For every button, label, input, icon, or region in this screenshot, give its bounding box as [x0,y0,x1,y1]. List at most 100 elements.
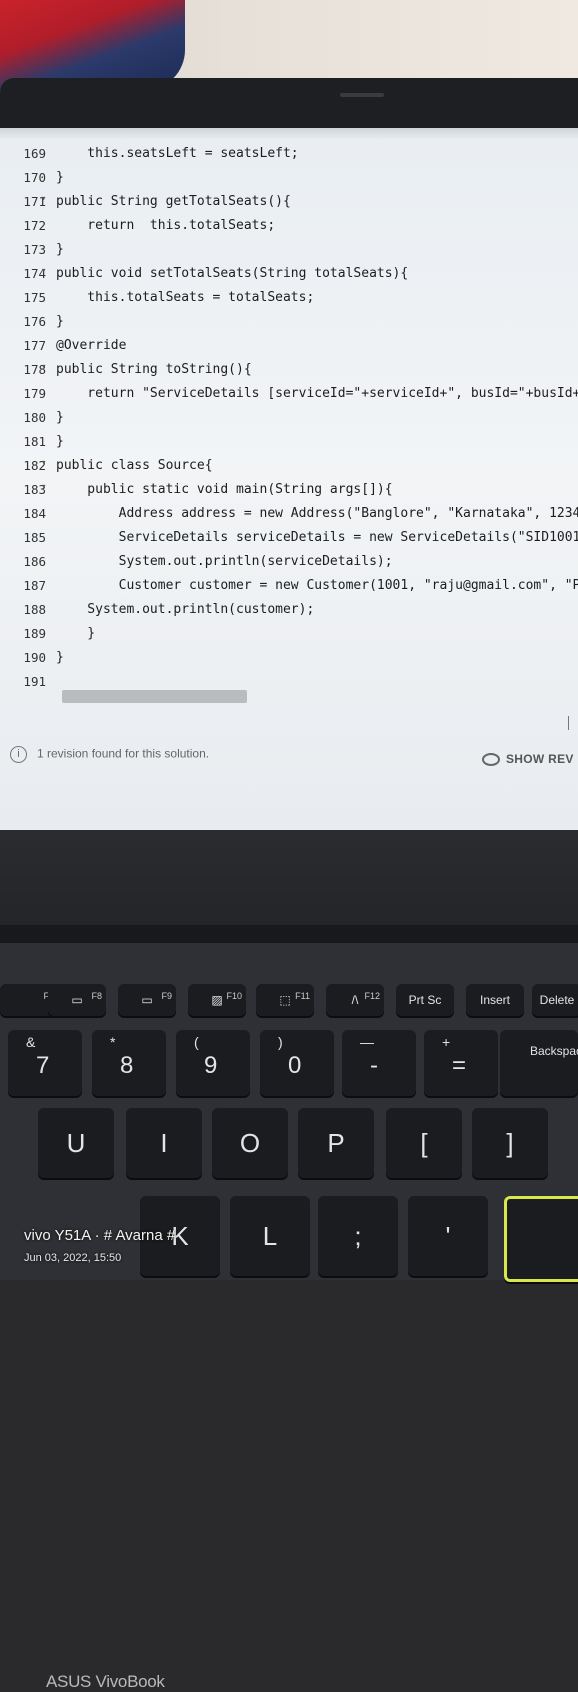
number-key-main: Backspace [530,1044,578,1058]
letter-key[interactable]: O [212,1108,288,1178]
number-key-main: 7 [36,1052,50,1079]
function-key-label: F10 [226,991,242,1001]
camera-watermark: vivo Y51A · # Avarna # [24,1227,176,1244]
code-text: System.out.println(customer); [56,602,315,617]
function-key[interactable]: ▨ F10 [188,984,246,1016]
function-key[interactable]: /\ F12 [326,984,384,1016]
line-number: 188 [23,602,46,617]
code-text: Customer customer = new Customer(1001, "… [56,578,578,593]
enter-key[interactable] [504,1196,578,1282]
function-key[interactable]: ▭ F9 [118,984,176,1016]
number-key-shift: — [360,1034,374,1050]
code-text: public void setTotalSeats(String totalSe… [56,266,409,281]
code-line[interactable]: 186 System.out.println(serviceDetails); [0,554,578,576]
code-line[interactable]: 178 ▾ public String toString(){ [0,362,578,384]
code-line[interactable]: 187 Customer customer = new Customer(100… [0,578,578,600]
number-key[interactable]: & 7 [8,1030,82,1096]
fold-arrow-icon[interactable]: ▾ [41,458,46,468]
number-key-shift: * [110,1034,116,1050]
code-text: } [56,242,64,257]
number-key[interactable]: * 8 [92,1030,166,1096]
function-key-glyph: ▭ [71,993,83,1007]
code-editor[interactable]: 169 this.seatsLeft = seatsLeft; 170} 171 ▾ p… [0,128,578,689]
letter-key[interactable]: P [298,1108,374,1178]
number-key[interactable]: — - [342,1030,416,1096]
code-text: public class Source{ [56,458,213,473]
code-line[interactable]: 174 ▾ public void setTotalSeats(String tot… [0,266,578,288]
code-line[interactable]: 173} [0,242,578,264]
function-key[interactable]: ⬚ F11 [256,984,314,1016]
camera-timestamp: Jun 03, 2022, 15:50 [24,1252,122,1264]
line-number: 170 [23,170,46,185]
code-text: System.out.println(serviceDetails); [56,554,393,569]
line-number: 181 [23,434,46,449]
text-cursor-icon [568,716,575,730]
letter-key[interactable]: ; [318,1196,398,1276]
laptop-chin: ASUS VivoBook [0,830,578,1691]
function-key-label: F8 [91,991,102,1001]
fold-arrow-icon[interactable]: ▾ [41,266,46,276]
code-line[interactable]: 170} [0,170,578,192]
code-text: } [56,650,64,665]
code-text: } [56,626,96,641]
code-line[interactable]: 171 ▾ public String getTotalSeats(){ [0,194,578,216]
code-line[interactable]: 185 ServiceDetails serviceDetails = new … [0,530,578,552]
function-key[interactable]: Delete [532,984,578,1016]
code-line[interactable]: 190} [0,650,578,672]
function-key-glyph: Insert [479,993,510,1007]
code-line[interactable]: 188 System.out.println(customer); [0,602,578,624]
number-key[interactable]: + = [424,1030,498,1096]
info-icon: i [10,746,27,763]
number-key-main: 9 [204,1052,218,1079]
letter-key[interactable]: U [38,1108,114,1178]
letter-key[interactable]: L [230,1196,310,1276]
cut-off-line [0,128,578,140]
function-key-label: F11 [295,991,310,1001]
function-key-glyph: /\ [351,993,359,1007]
code-line[interactable]: 172 return this.totalSeats; [0,218,578,240]
number-key[interactable]: Backspace [500,1030,578,1096]
fold-arrow-icon[interactable]: ▾ [41,362,46,372]
code-line[interactable]: 180} [0,410,578,432]
number-key[interactable]: (9 [176,1030,250,1096]
line-number: 172 [23,218,46,233]
line-number: 187 [23,578,46,593]
code-line[interactable]: 175 this.totalSeats = totalSeats; [0,290,578,312]
code-line[interactable]: 183 ▾ public static void main(String args… [0,482,578,504]
function-key[interactable]: Insert [466,984,524,1016]
webcam [340,93,384,97]
code-line[interactable]: 182 ▾ public class Source{ [0,458,578,480]
number-key-shift: ) [278,1034,283,1050]
code-text: public static void main(String args[]){ [56,482,393,497]
laptop-screen: 169 this.seatsLeft = seatsLeft; 170} 171 ▾ p… [0,128,578,830]
function-key[interactable]: ▭ F8 [48,984,106,1016]
number-key-main: 0 [288,1052,302,1079]
function-key-glyph: ⬚ [279,993,291,1007]
code-line[interactable]: 169 this.seatsLeft = seatsLeft; [0,146,578,168]
code-line[interactable]: 184 Address address = new Address("Bangl… [0,506,578,528]
fold-arrow-icon[interactable]: ▾ [41,194,46,204]
code-line[interactable]: 179 return "ServiceDetails [serviceId="+… [0,386,578,408]
code-line[interactable]: 189 } [0,626,578,648]
code-line[interactable]: 181} [0,434,578,456]
line-number: 176 [23,314,46,329]
letter-key[interactable]: I [126,1108,202,1178]
code-text: ServiceDetails serviceDetails = new Serv… [56,530,578,545]
letter-key[interactable]: ' [408,1196,488,1276]
line-number: 180 [23,410,46,425]
function-key[interactable]: Prt Sc [396,984,454,1016]
fold-arrow-icon[interactable]: ▾ [41,482,46,492]
line-number: 185 [23,530,46,545]
function-key-label: F12 [364,991,380,1001]
code-line[interactable]: 176} [0,314,578,336]
code-text: } [56,314,64,329]
show-revisions-button[interactable]: SHOW REV [482,752,574,767]
code-line[interactable]: 177 @Override [0,338,578,360]
horizontal-scrollbar[interactable] [62,690,247,703]
letter-key[interactable]: [ [386,1108,462,1178]
laptop-hinge [0,925,578,943]
letter-key[interactable]: ] [472,1108,548,1178]
number-key[interactable]: ) 0 [260,1030,334,1096]
function-key-glyph: Delete [539,993,575,1007]
brand-logo: ASUS VivoBook [46,1672,165,1691]
